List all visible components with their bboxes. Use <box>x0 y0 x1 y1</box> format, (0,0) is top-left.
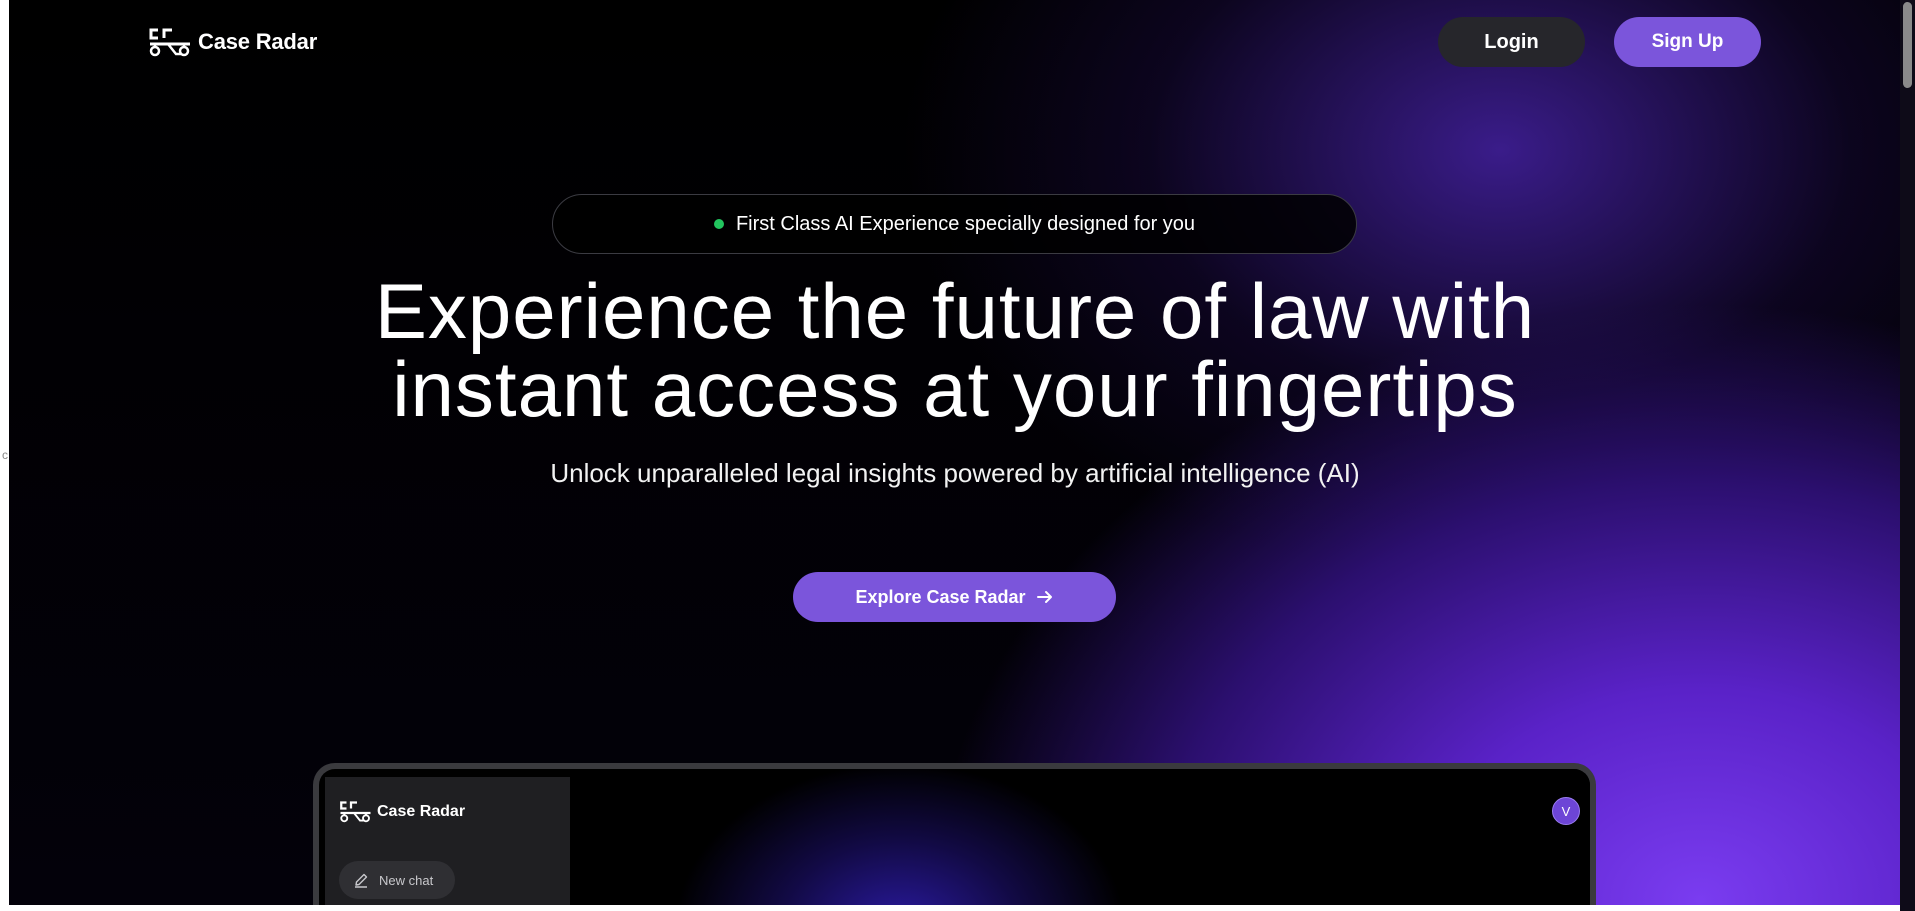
brand-name: Case Radar <box>198 29 318 54</box>
hero-subheadline: Unlock unparalleled legal insights power… <box>550 458 1360 488</box>
login-button[interactable]: Login <box>1438 17 1585 67</box>
hero-headline: Experience the future of law with instan… <box>300 272 1610 428</box>
status-dot-icon <box>713 219 724 229</box>
preview-main-area: V <box>570 769 1590 911</box>
explore-button[interactable]: Explore Case Radar <box>793 572 1116 622</box>
brand-logo-link[interactable]: Case Radar <box>148 26 317 58</box>
hero-headline-line-1: Experience the future of law with <box>374 267 1536 355</box>
case-radar-logo-icon <box>340 801 371 823</box>
signup-button[interactable]: Sign Up <box>1614 17 1761 67</box>
edge-glyph: c <box>2 448 8 462</box>
pencil-icon <box>355 873 368 888</box>
arrow-right-icon <box>1036 591 1052 603</box>
user-avatar[interactable]: V <box>1552 797 1580 825</box>
feature-badge-text: First Class AI Experience specially desi… <box>735 212 1196 235</box>
scrollbar-thumb[interactable] <box>1903 2 1912 88</box>
explore-button-label: Explore Case Radar <box>855 586 1026 607</box>
preview-brand-logo: Case Radar <box>339 799 465 824</box>
scrollbar[interactable] <box>1900 0 1915 911</box>
case-radar-logo-icon <box>149 28 190 57</box>
feature-badge: First Class AI Experience specially desi… <box>552 194 1357 254</box>
app-preview-frame: Case Radar New chat V <box>313 763 1596 911</box>
hero-headline-line-2: instant access at your fingertips <box>392 345 1518 433</box>
new-chat-button[interactable]: New chat <box>339 861 455 899</box>
preview-brand-name: Case Radar <box>377 802 466 820</box>
bottom-edge-strip <box>0 905 1915 911</box>
landing-page: c Case Radar Login Sign Up First Class A… <box>0 0 1915 911</box>
preview-sidebar: Case Radar New chat <box>325 777 570 911</box>
new-chat-label: New chat <box>379 872 434 888</box>
